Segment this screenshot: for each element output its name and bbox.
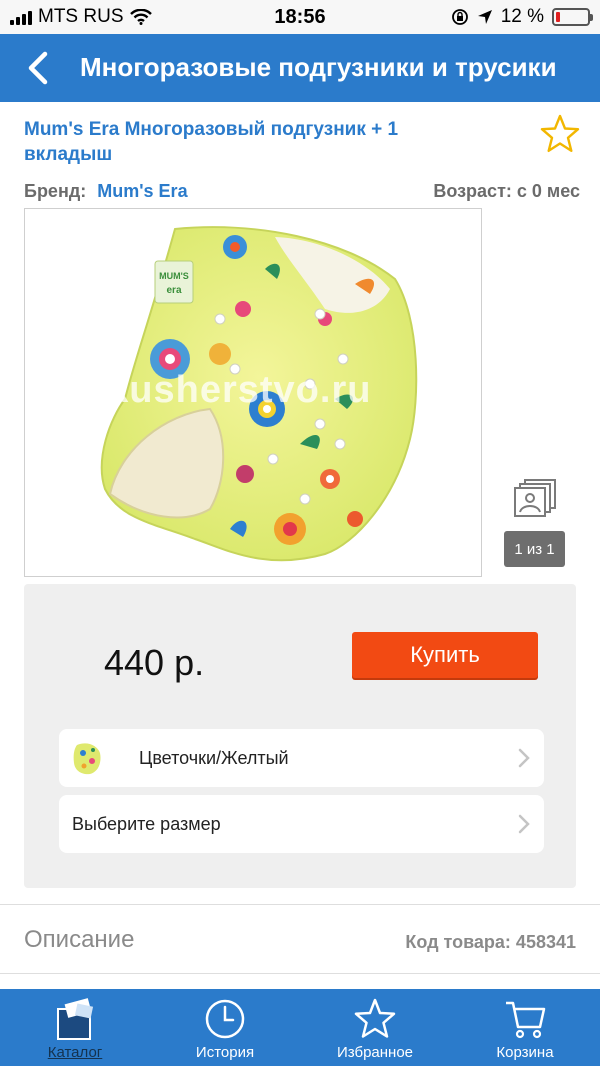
- svg-text:MUM'S: MUM'S: [159, 271, 189, 281]
- tab-catalog-label: Каталог: [47, 1044, 103, 1061]
- tab-cart[interactable]: Корзина: [450, 989, 600, 1066]
- purchase-panel: 440 р. Купить Цветочки/Желтый Выберите р…: [24, 584, 576, 888]
- clock-icon: [205, 999, 245, 1039]
- price: 440 р.: [104, 642, 205, 683]
- battery-percent: 12 %: [500, 6, 544, 27]
- divider: [0, 973, 600, 974]
- image-counter: 1 из 1: [504, 531, 565, 567]
- battery-level: [556, 12, 560, 22]
- brand-label: Бренд:: [24, 181, 87, 201]
- location-arrow-icon: [477, 10, 492, 24]
- star-icon: [354, 998, 396, 1038]
- color-option-label: Цветочки/Желтый: [139, 748, 289, 768]
- status-right: 12 %: [451, 6, 593, 28]
- brand-link[interactable]: Mum's Era: [97, 181, 187, 201]
- product-code: Код товара: 458341: [405, 932, 576, 952]
- favorite-button[interactable]: [538, 112, 582, 156]
- color-option-selector[interactable]: Цветочки/Желтый: [59, 729, 544, 787]
- tab-history[interactable]: История: [150, 989, 300, 1066]
- age-info: Возраст: с 0 мес: [433, 181, 580, 201]
- page-title: Многоразовые подгузники и трусики: [80, 52, 557, 82]
- color-swatch-thumbnail: [73, 743, 101, 775]
- size-option-label: Выберите размер: [72, 814, 221, 834]
- product-title: Mum's Era Многоразовый подгузник + 1 вкл…: [24, 119, 399, 165]
- navigation-bar: Многоразовые подгузники и трусики: [0, 34, 600, 102]
- tab-favorites-label: Избранное: [336, 1044, 414, 1061]
- brand-row: Бренд: Mum's Era Возраст: с 0 мес: [24, 181, 580, 202]
- tab-history-label: История: [195, 1044, 255, 1061]
- photo-gallery-icon[interactable]: [512, 478, 558, 520]
- star-outline-icon: [540, 114, 580, 152]
- description-tab[interactable]: Описание: [24, 926, 134, 954]
- chevron-right-icon: [518, 748, 530, 768]
- bottom-tab-bar: Каталог История Избранное Корзина: [0, 989, 600, 1066]
- chevron-left-icon: [28, 51, 48, 85]
- tab-favorites[interactable]: Избранное: [300, 989, 450, 1066]
- svg-text:era: era: [166, 285, 181, 296]
- orientation-lock-icon: [451, 9, 468, 25]
- battery-icon: [552, 8, 593, 26]
- chevron-right-icon: [518, 814, 530, 834]
- product-image[interactable]: MUM'S era akusherstvo.ru: [24, 208, 482, 577]
- cart-icon: [506, 1001, 546, 1039]
- status-bar: MTS RUS 18:56 12 %: [0, 0, 600, 34]
- catalog-icon: [57, 998, 94, 1040]
- tab-cart-label: Корзина: [496, 1044, 554, 1061]
- tab-catalog[interactable]: Каталог: [0, 989, 150, 1066]
- divider: [0, 904, 600, 905]
- buy-button[interactable]: Купить: [352, 632, 538, 678]
- image-watermark: akusherstvo.ru: [85, 369, 372, 411]
- back-button[interactable]: [18, 48, 58, 88]
- size-option-selector[interactable]: Выберите размер: [59, 795, 544, 853]
